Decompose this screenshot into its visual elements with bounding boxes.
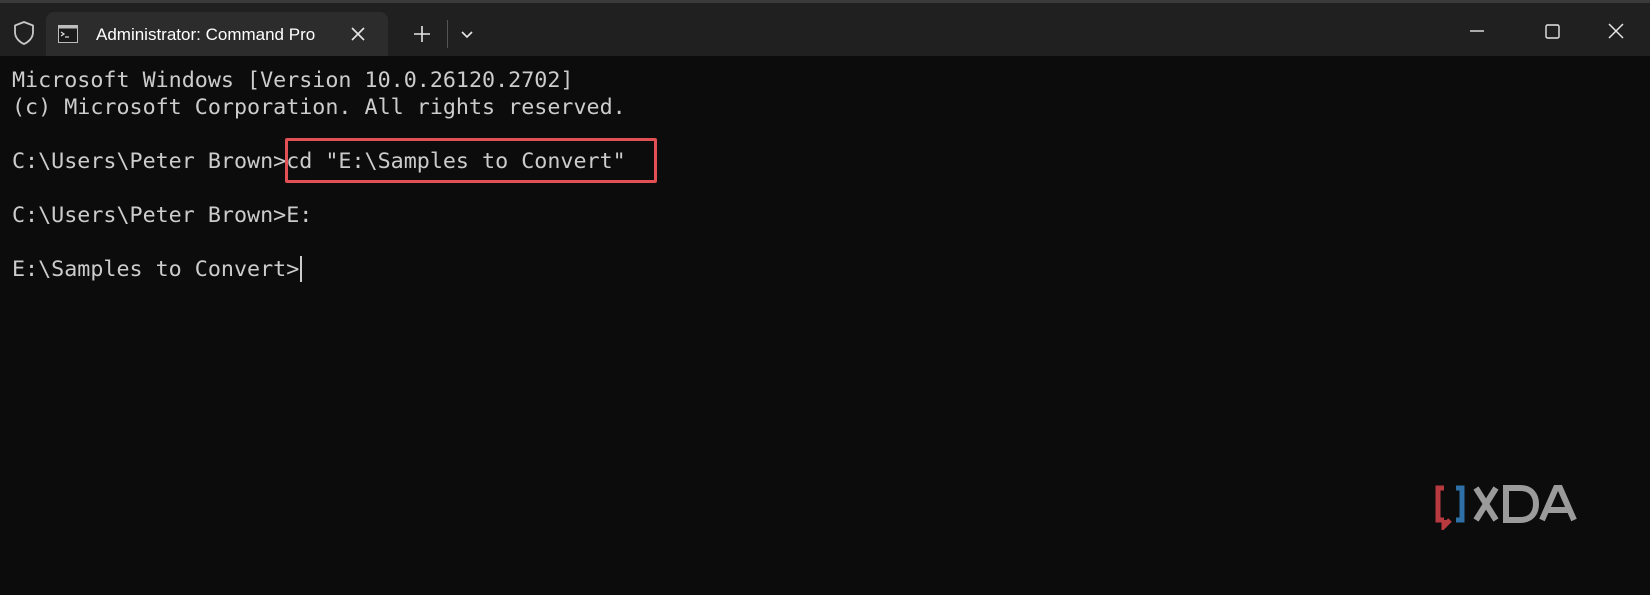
shield-icon (12, 20, 36, 46)
terminal-output[interactable]: Microsoft Windows [Version 10.0.26120.27… (0, 56, 1650, 595)
minimize-button[interactable] (1462, 16, 1492, 46)
maximize-button[interactable] (1537, 16, 1567, 46)
terminal-line: Microsoft Windows [Version 10.0.26120.27… (12, 68, 574, 93)
prompt-text: E:\Samples to Convert> (12, 257, 300, 282)
terminal-prompt-line[interactable]: E:\Samples to Convert> (12, 256, 303, 283)
tab-divider (447, 20, 448, 48)
tab-title: Administrator: Command Pro (96, 25, 316, 44)
top-edge (0, 0, 1650, 3)
terminal-window: Administrator: Command Pro Microsoft Win… (0, 0, 1650, 595)
close-tab-icon[interactable] (346, 22, 370, 46)
close-window-button[interactable] (1601, 16, 1631, 46)
new-tab-button[interactable] (409, 21, 435, 47)
terminal-line: C:\Users\Peter Brown>E: (12, 203, 313, 228)
tab-command-prompt[interactable]: Administrator: Command Pro (46, 12, 388, 56)
xda-logo (1434, 484, 1590, 533)
terminal-line: (c) Microsoft Corporation. All rights re… (12, 95, 626, 120)
command-prompt-icon (58, 25, 78, 43)
title-bar: Administrator: Command Pro (0, 0, 1650, 56)
tab-dropdown-button[interactable] (454, 22, 480, 48)
command-highlight-box (285, 138, 657, 183)
text-cursor (300, 256, 303, 282)
